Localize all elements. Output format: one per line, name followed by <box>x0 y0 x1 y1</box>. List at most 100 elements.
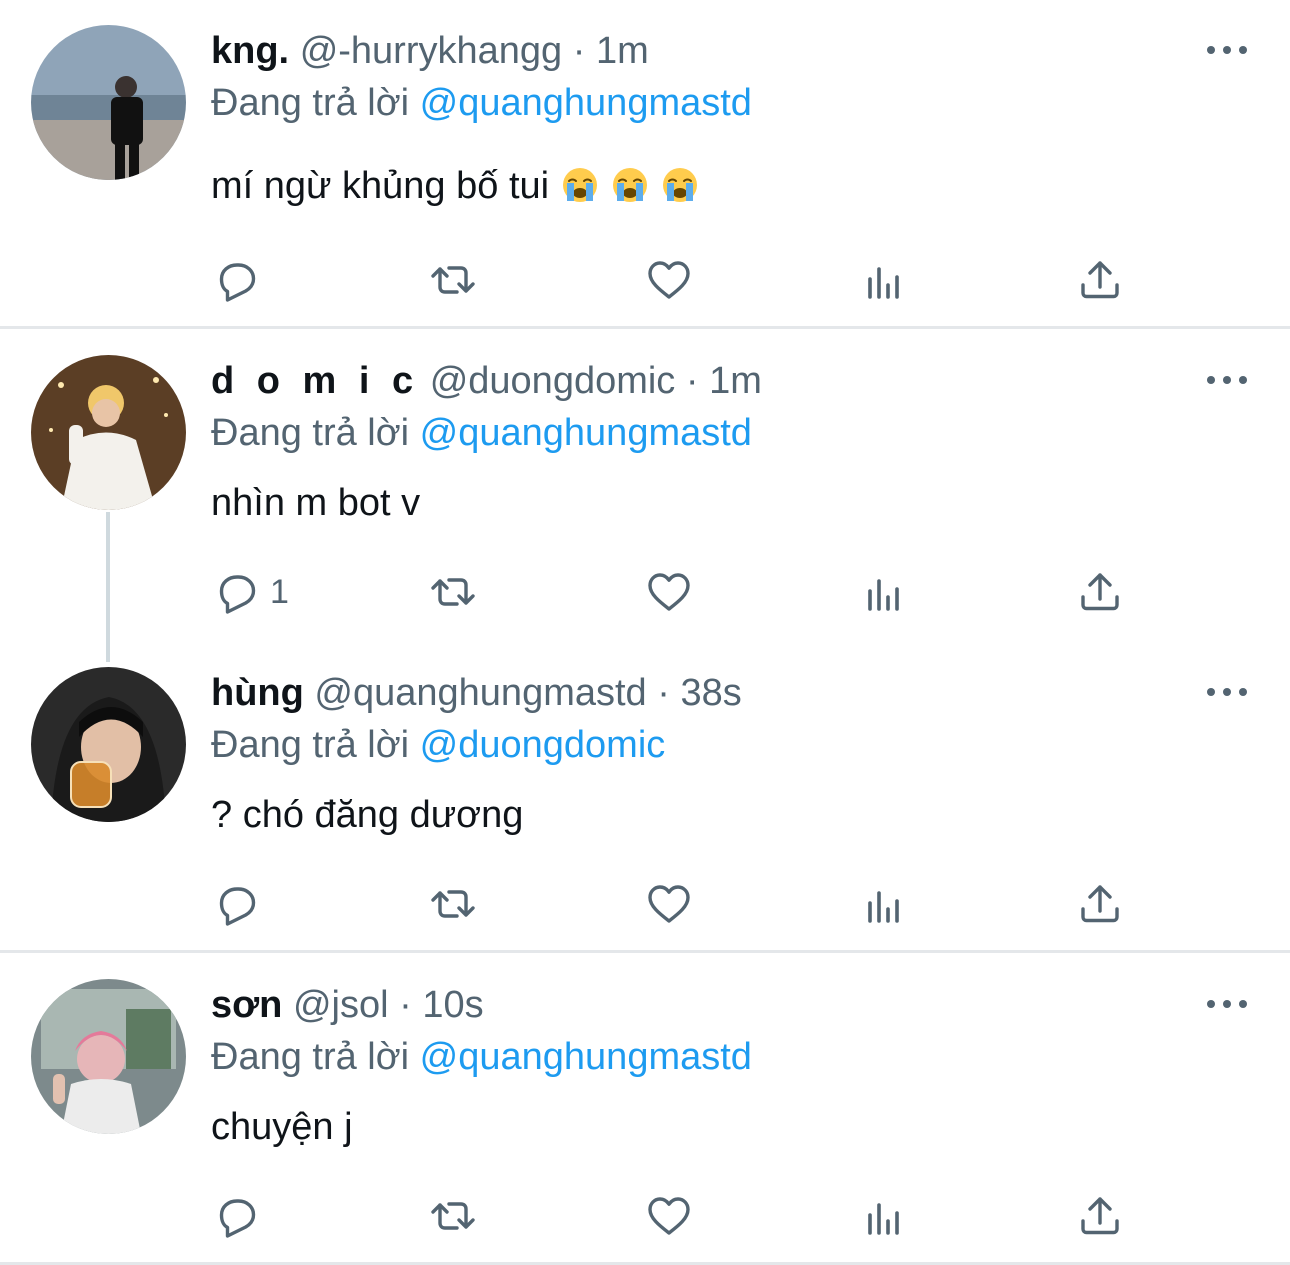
timestamp[interactable]: 1m <box>709 360 762 402</box>
tweet-text-content: ? chó đăng dương <box>211 794 524 836</box>
retweet-button[interactable] <box>428 1189 478 1243</box>
reply-icon <box>219 1199 256 1238</box>
like-button[interactable] <box>644 877 694 931</box>
user-handle[interactable]: @jsol <box>293 984 389 1026</box>
retweet-button[interactable] <box>428 877 478 931</box>
like-button[interactable] <box>644 253 694 307</box>
retweet-icon <box>431 578 475 606</box>
reply-button[interactable] <box>212 877 270 931</box>
more-icon[interactable] <box>1205 994 1249 1014</box>
heart-icon <box>648 1197 690 1235</box>
crying-emoji-icon <box>662 167 699 203</box>
replying-to: Đang trả lời @quanghungmastd <box>211 80 752 126</box>
retweet-button[interactable] <box>428 253 478 307</box>
display-name[interactable]: hùng <box>211 672 304 714</box>
tweet-header: hùng @quanghungmastd · 38s <box>211 670 742 716</box>
share-button[interactable] <box>1075 1189 1125 1243</box>
tweet-4[interactable]: sơn @jsol · 10s Đang trả lời @quanghungm… <box>0 954 1290 1262</box>
tweet-text: ? chó đăng dương <box>211 792 523 838</box>
action-bar <box>0 1189 1290 1243</box>
reply-button[interactable] <box>212 1189 270 1243</box>
heart-icon <box>648 573 690 611</box>
reply-icon <box>219 887 256 926</box>
reply-count: 1 <box>270 572 289 611</box>
display-name[interactable]: d o m i c <box>211 360 419 402</box>
tweet-text-content: nhìn m bot v <box>211 482 421 524</box>
timestamp[interactable]: 10s <box>422 984 483 1026</box>
tweet-3[interactable]: hùng @quanghungmastd · 38s Đang trả lời … <box>0 642 1290 950</box>
separator-dot: · <box>399 984 412 1026</box>
crying-emoji-icon <box>562 167 599 203</box>
reply-icon <box>219 575 256 614</box>
reply-icon <box>219 263 256 302</box>
avatar[interactable] <box>31 355 186 510</box>
tweet-header: sơn @jsol · 10s <box>211 982 484 1028</box>
mention-link[interactable]: @quanghungmastd <box>420 412 752 454</box>
share-icon <box>1081 573 1119 611</box>
share-button[interactable] <box>1075 565 1125 619</box>
replying-to: Đang trả lời @duongdomic <box>211 722 665 768</box>
views-button[interactable] <box>860 1189 910 1243</box>
action-bar <box>0 253 1290 307</box>
views-button[interactable] <box>860 565 910 619</box>
tweet-2[interactable]: d o m i c @duongdomic · 1m Đang trả lời … <box>0 330 1290 642</box>
tweet-text: chuyện j <box>211 1104 353 1150</box>
more-icon[interactable] <box>1205 682 1249 702</box>
timestamp[interactable]: 38s <box>680 672 741 714</box>
tweet-text: mí ngừ khủng bố tui <box>211 163 699 209</box>
views-icon <box>868 267 899 299</box>
replying-to: Đang trả lời @quanghungmastd <box>211 1034 752 1080</box>
separator-dot: · <box>685 360 699 402</box>
avatar[interactable] <box>31 25 186 180</box>
views-icon <box>868 579 899 611</box>
divider <box>0 950 1290 953</box>
user-handle[interactable]: @-hurrykhangg <box>300 30 562 72</box>
tweet-text-content: chuyện j <box>211 1106 353 1148</box>
tweet-text-content: mí ngừ khủng bố tui <box>211 165 550 207</box>
reply-prefix: Đang trả lời <box>211 412 410 454</box>
retweet-button[interactable] <box>428 565 478 619</box>
user-handle[interactable]: @duongdomic <box>430 360 676 402</box>
reply-prefix: Đang trả lời <box>211 1036 410 1078</box>
mention-link[interactable]: @quanghungmastd <box>420 1036 752 1078</box>
reply-button[interactable] <box>212 253 270 307</box>
reply-button[interactable]: 1 <box>212 565 289 619</box>
like-button[interactable] <box>644 1189 694 1243</box>
action-bar: 1 <box>0 565 1290 619</box>
views-icon <box>868 891 899 923</box>
separator-dot: · <box>657 672 670 714</box>
divider <box>0 326 1290 329</box>
more-icon[interactable] <box>1205 370 1249 390</box>
timestamp[interactable]: 1m <box>596 30 649 72</box>
display-name[interactable]: sơn <box>211 984 282 1026</box>
replying-to: Đang trả lời @quanghungmastd <box>211 410 752 456</box>
tweet-header: d o m i c @duongdomic · 1m <box>211 358 762 404</box>
retweet-icon <box>431 266 475 294</box>
action-bar <box>0 877 1290 931</box>
avatar[interactable] <box>31 667 186 822</box>
share-icon <box>1081 885 1119 923</box>
views-icon <box>868 1203 899 1235</box>
views-button[interactable] <box>860 253 910 307</box>
more-icon[interactable] <box>1205 40 1249 60</box>
user-handle[interactable]: @quanghungmastd <box>314 672 646 714</box>
heart-icon <box>648 885 690 923</box>
avatar[interactable] <box>31 979 186 1134</box>
tweet-1[interactable]: kng. @-hurrykhangg · 1m Đang trả lời @qu… <box>0 0 1290 327</box>
tweet-header: kng. @-hurrykhangg · 1m <box>211 28 649 74</box>
share-button[interactable] <box>1075 877 1125 931</box>
share-icon <box>1081 261 1119 299</box>
separator-dot: · <box>572 30 586 72</box>
reply-prefix: Đang trả lời <box>211 724 410 766</box>
tweet-text: nhìn m bot v <box>211 480 420 526</box>
share-button[interactable] <box>1075 253 1125 307</box>
display-name[interactable]: kng. <box>211 30 289 72</box>
like-button[interactable] <box>644 565 694 619</box>
retweet-icon <box>431 1202 475 1230</box>
heart-icon <box>648 261 690 299</box>
mention-link[interactable]: @quanghungmastd <box>420 82 752 124</box>
crying-emoji-icon <box>612 167 649 203</box>
views-button[interactable] <box>860 877 910 931</box>
retweet-icon <box>431 890 475 918</box>
mention-link[interactable]: @duongdomic <box>420 724 666 766</box>
